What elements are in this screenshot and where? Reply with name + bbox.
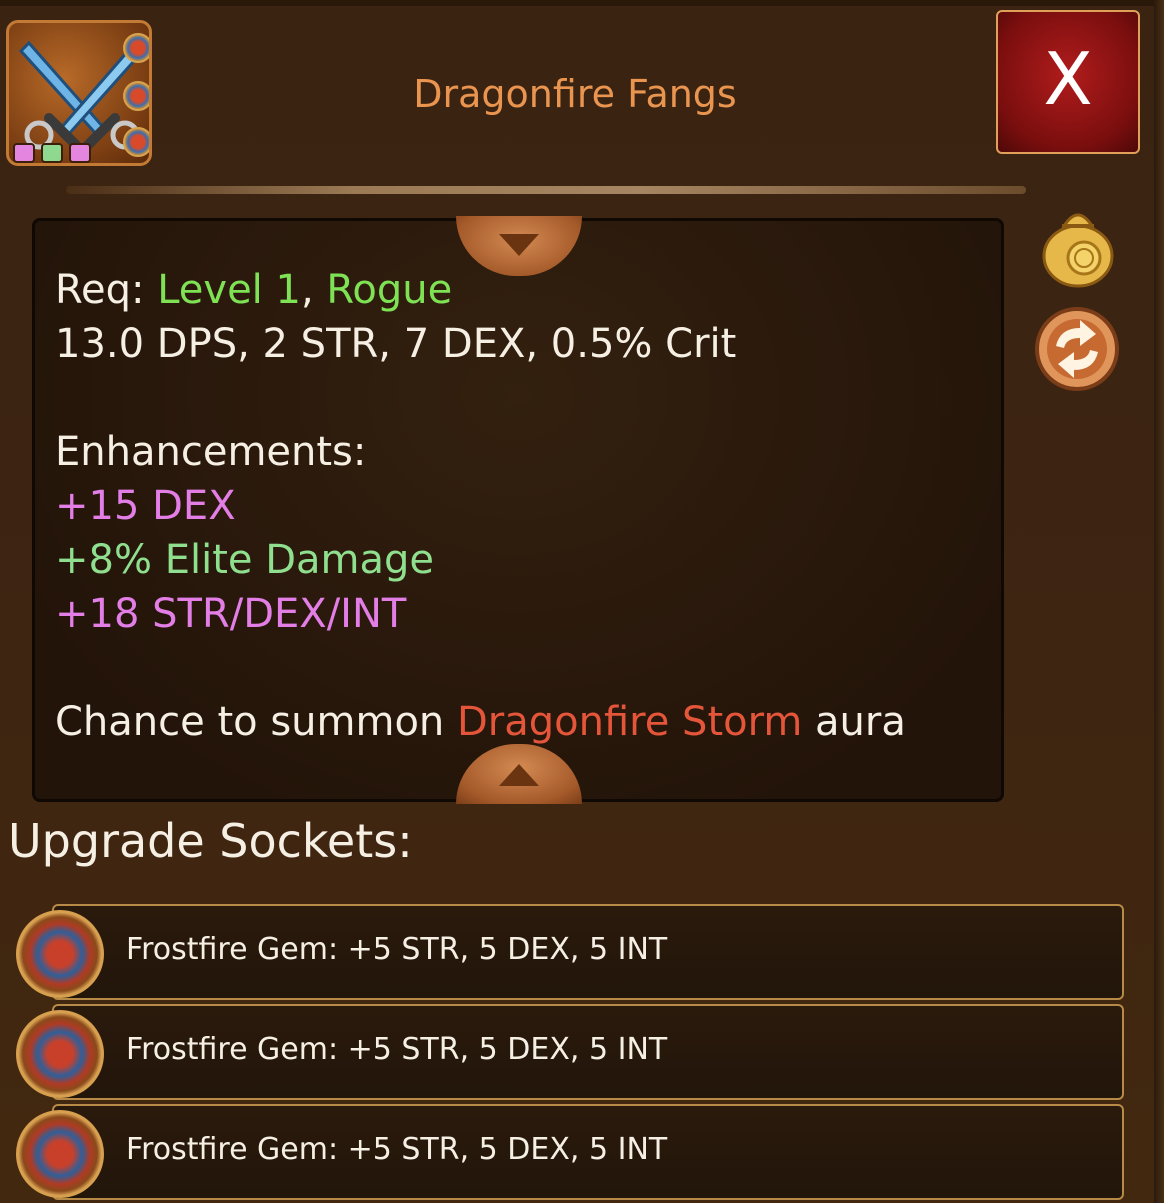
socket-row-3[interactable]: Frostfire Gem: +5 STR, 5 DEX, 5 INT: [52, 1104, 1124, 1200]
socket-text-3: Frostfire Gem: +5 STR, 5 DEX, 5 INT: [126, 1132, 668, 1167]
frostfire-gem-icon: [16, 1110, 104, 1198]
right-frame: [1154, 0, 1164, 1203]
top-frame: [0, 0, 1164, 6]
arrow-up-icon: [499, 764, 539, 786]
description-panel[interactable]: Req: Level 1, Rogue 13.0 DPS, 2 STR, 7 D…: [32, 218, 1004, 802]
proc-suffix: aura: [815, 699, 906, 745]
enhancement-square-2: [41, 143, 63, 163]
req-level: Level 1: [157, 267, 301, 313]
header-divider: [66, 186, 1026, 194]
socket-text-1: Frostfire Gem: +5 STR, 5 DEX, 5 INT: [126, 932, 668, 967]
enhancement-square-3: [69, 143, 91, 163]
frostfire-gem-icon: [16, 1010, 104, 1098]
arrow-down-icon: [499, 234, 539, 256]
item-icon: [6, 20, 152, 166]
enhancement-3: +18 STR/DEX/INT: [55, 591, 407, 637]
sell-bag-icon[interactable]: [1040, 196, 1116, 288]
icon-socket-gem-2: [123, 81, 149, 111]
icon-socket-gem-1: [123, 33, 149, 63]
description-text: Req: Level 1, Rogue 13.0 DPS, 2 STR, 7 D…: [55, 263, 995, 749]
req-class: Rogue: [326, 267, 453, 313]
item-title: Dragonfire Fangs: [413, 72, 737, 116]
upgrade-sockets-title: Upgrade Sockets:: [8, 814, 413, 868]
frostfire-gem-icon: [16, 910, 104, 998]
enhancement-1: +15 DEX: [55, 483, 236, 529]
enhancements-label: Enhancements:: [55, 429, 367, 475]
stats-line: 13.0 DPS, 2 STR, 7 DEX, 0.5% Crit: [55, 321, 737, 367]
socket-text-2: Frostfire Gem: +5 STR, 5 DEX, 5 INT: [126, 1032, 668, 1067]
enhancement-2: +8% Elite Damage: [55, 537, 434, 583]
icon-socket-gem-3: [123, 127, 149, 157]
proc-name: Dragonfire Storm: [457, 699, 803, 745]
close-button-label: X: [1043, 37, 1093, 121]
proc-line: Chance to summon Dragonfire Storm aura: [55, 695, 995, 749]
close-button[interactable]: X: [996, 10, 1140, 154]
req-label: Req:: [55, 267, 145, 313]
socket-row-2[interactable]: Frostfire Gem: +5 STR, 5 DEX, 5 INT: [52, 1004, 1124, 1100]
enhancement-square-1: [13, 143, 35, 163]
socket-row-1[interactable]: Frostfire Gem: +5 STR, 5 DEX, 5 INT: [52, 904, 1124, 1000]
req-separator: ,: [300, 267, 314, 313]
swap-icon[interactable]: [1034, 306, 1120, 392]
proc-prefix: Chance to summon: [55, 699, 445, 745]
